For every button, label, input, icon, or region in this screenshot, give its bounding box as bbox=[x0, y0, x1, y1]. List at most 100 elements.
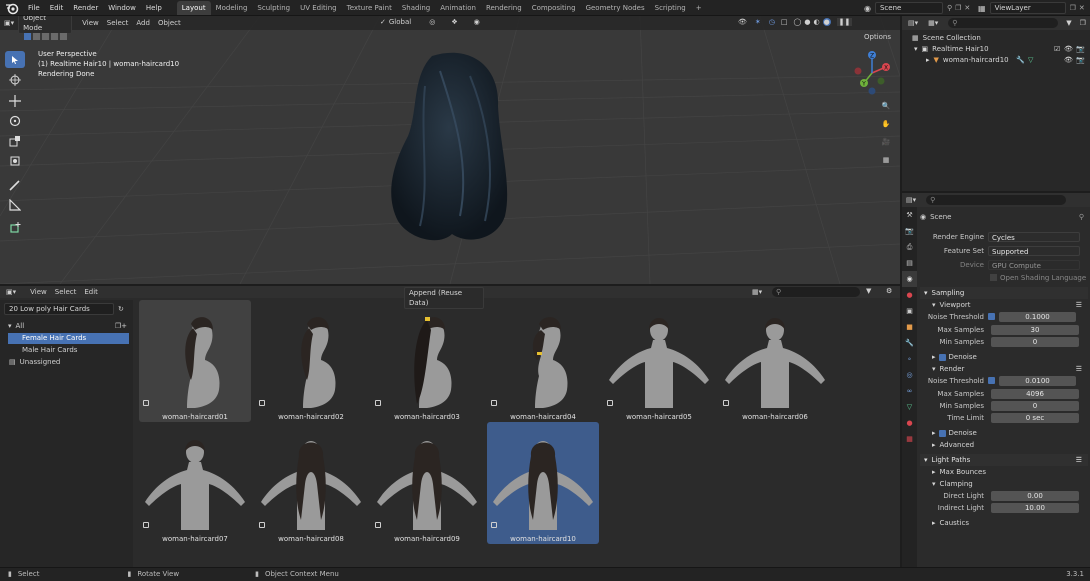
presets-list-icon[interactable]: ☰ bbox=[1076, 363, 1082, 375]
tab-scripting[interactable]: Scripting bbox=[650, 1, 691, 15]
mesh-data-icon[interactable]: ▽ bbox=[1028, 55, 1033, 66]
viewport-denoise-subpanel[interactable]: ▸ Denoise bbox=[920, 351, 1088, 363]
new-catalog-icon[interactable]: ❐+ bbox=[115, 321, 127, 332]
asset-thumbnail[interactable]: woman-haircard09 bbox=[371, 422, 483, 544]
menu-file[interactable]: File bbox=[23, 0, 45, 16]
outliner-filter-mode-icon[interactable]: ▦▾ bbox=[928, 19, 938, 27]
scene-selector[interactable]: ◉ Scene ⚲ ❐ ✕ bbox=[864, 2, 970, 14]
hide-eye-icon[interactable]: 👁 bbox=[1064, 55, 1073, 66]
tab-layout[interactable]: Layout bbox=[176, 1, 211, 15]
device-dropdown[interactable]: GPU Compute bbox=[988, 259, 1080, 270]
particles-tab-icon[interactable]: ∘ bbox=[902, 351, 917, 367]
asset-thumbnail[interactable]: woman-haircard06 bbox=[719, 300, 831, 422]
editor-type-icon[interactable]: ▣▾ bbox=[0, 16, 18, 30]
shading-material-icon[interactable]: ◐ bbox=[813, 18, 819, 26]
tab-geometry-nodes[interactable]: Geometry Nodes bbox=[581, 1, 650, 15]
render-noise-field[interactable]: 0.0100 bbox=[999, 375, 1076, 386]
pin-icon[interactable]: ⚲ bbox=[947, 4, 952, 12]
hide-eye-icon[interactable]: 👁 bbox=[1064, 44, 1073, 55]
overlays-icon[interactable]: ◷ bbox=[769, 18, 775, 26]
material-tab-icon[interactable]: ● bbox=[902, 415, 917, 431]
tab-uv-editing[interactable]: UV Editing bbox=[295, 1, 342, 15]
browser-editor-icon[interactable]: ▣▾ bbox=[6, 288, 16, 296]
visibility-icon[interactable]: 👁 bbox=[738, 18, 747, 26]
pan-hand-icon[interactable]: ✋ bbox=[879, 117, 893, 131]
delete-scene-icon[interactable]: ✕ bbox=[964, 4, 970, 12]
cursor-tool-icon[interactable] bbox=[5, 71, 25, 88]
3d-viewport[interactable]: ▣▾ Object Mode View Select Add Object ✓ … bbox=[0, 16, 900, 284]
outliner-filter-icon[interactable]: ▼ bbox=[1066, 19, 1071, 27]
clamping-subpanel[interactable]: ▾ Clamping bbox=[920, 478, 1088, 490]
transform-orientation[interactable]: ✓ Global ◎ ❖ ◉ bbox=[380, 18, 480, 26]
delete-view-layer-icon[interactable]: ✕ bbox=[1079, 4, 1085, 12]
browser-menu-select[interactable]: Select bbox=[51, 285, 81, 299]
presets-list-icon[interactable]: ☰ bbox=[1076, 454, 1082, 466]
outliner-collection-row[interactable]: ▾ ▣ Realtime Hair10 ☑ 👁 📷 bbox=[902, 44, 1090, 55]
viewport-menu-view[interactable]: View bbox=[78, 16, 103, 30]
viewport-menu-add[interactable]: Add bbox=[132, 16, 154, 30]
mode-dropdown[interactable]: Object Mode bbox=[18, 16, 73, 34]
presets-list-icon[interactable]: ☰ bbox=[1076, 299, 1082, 311]
display-mode-icon[interactable]: ▦▾ bbox=[752, 288, 762, 296]
sampling-section[interactable]: ▾ Sampling bbox=[920, 287, 1088, 299]
filter-icon[interactable]: ▼ bbox=[866, 287, 871, 295]
viewport-max-samples-field[interactable]: 30 bbox=[991, 324, 1079, 335]
catalog-all[interactable]: ▾ All ❐+ bbox=[0, 321, 133, 332]
asset-thumbnail[interactable]: woman-haircard10 bbox=[487, 422, 599, 544]
tab-sculpting[interactable]: Sculpting bbox=[252, 1, 295, 15]
pause-render-icon[interactable]: ❚❚ bbox=[836, 18, 853, 26]
light-paths-section[interactable]: ▾ Light Paths ☰ bbox=[920, 454, 1088, 466]
asset-thumbnail[interactable]: woman-haircard04 bbox=[487, 300, 599, 422]
tab-shading[interactable]: Shading bbox=[397, 1, 435, 15]
outliner-search-input[interactable]: ⚲ bbox=[948, 18, 1059, 28]
render-denoise-subpanel[interactable]: ▸ Denoise bbox=[920, 427, 1088, 439]
gizmo-toggle-icon[interactable]: ✶ bbox=[755, 18, 761, 26]
asset-thumbnail[interactable]: woman-haircard03 bbox=[371, 300, 483, 422]
add-workspace-icon[interactable]: + bbox=[691, 1, 707, 15]
render-subpanel[interactable]: ▾ Render ☰ bbox=[920, 363, 1088, 375]
tab-animation[interactable]: Animation bbox=[435, 1, 481, 15]
scale-tool-icon[interactable] bbox=[5, 132, 25, 149]
osl-checkbox[interactable] bbox=[990, 274, 997, 281]
tab-modeling[interactable]: Modeling bbox=[211, 1, 253, 15]
object-tab-icon[interactable]: ■ bbox=[902, 319, 917, 335]
select-invert-icon[interactable] bbox=[51, 33, 58, 40]
indirect-light-field[interactable]: 10.00 bbox=[991, 502, 1079, 513]
move-tool-icon[interactable] bbox=[5, 92, 25, 109]
options-button[interactable]: Options bbox=[864, 33, 891, 41]
outliner-editor-icon[interactable]: ▤▾ bbox=[908, 19, 918, 27]
render-denoise-checkbox[interactable] bbox=[938, 429, 946, 437]
select-intersect-icon[interactable] bbox=[60, 33, 67, 40]
new-view-layer-icon[interactable]: ❐ bbox=[1070, 4, 1076, 12]
navigation-gizmo[interactable]: X Y Z bbox=[850, 47, 894, 99]
output-tab-icon[interactable]: ⎙ bbox=[902, 239, 917, 255]
render-camera-icon[interactable]: 📷 bbox=[1076, 55, 1085, 66]
view-layer-tab-icon[interactable]: ▤ bbox=[902, 255, 917, 271]
xray-icon[interactable]: □ bbox=[781, 18, 788, 26]
advanced-subpanel[interactable]: ▸ Advanced bbox=[920, 439, 1088, 451]
texture-tab-icon[interactable]: ▦ bbox=[902, 431, 917, 447]
direct-light-field[interactable]: 0.00 bbox=[991, 490, 1079, 501]
outliner-object-row[interactable]: ▸ ▼ woman-haircard10 🔧 ▽ 👁 📷 bbox=[902, 55, 1090, 66]
menu-edit[interactable]: Edit bbox=[45, 0, 69, 16]
render-max-samples-field[interactable]: 4096 bbox=[991, 388, 1079, 399]
render-min-samples-field[interactable]: 0 bbox=[991, 400, 1079, 411]
tool-tab-icon[interactable]: ⚒ bbox=[902, 207, 917, 223]
shading-solid-icon[interactable]: ● bbox=[804, 18, 810, 26]
snap-icon[interactable]: ❖ bbox=[451, 18, 457, 26]
render-tab-icon[interactable]: 📷 bbox=[902, 223, 917, 239]
view-layer-name[interactable]: ViewLayer bbox=[989, 2, 1066, 14]
catalog-female-hair-cards[interactable]: Female Hair Cards bbox=[8, 333, 129, 344]
library-dropdown[interactable]: 20 Low poly Hair Cards bbox=[4, 303, 114, 315]
data-tab-icon[interactable]: ▽ bbox=[902, 399, 917, 415]
menu-window[interactable]: Window bbox=[103, 0, 141, 16]
render-engine-dropdown[interactable]: Cycles bbox=[988, 231, 1080, 242]
add-cube-tool-icon[interactable] bbox=[5, 219, 25, 236]
viewport-min-samples-field[interactable]: 0 bbox=[991, 336, 1079, 347]
shading-wireframe-icon[interactable]: ◯ bbox=[794, 18, 802, 26]
blender-logo-icon[interactable] bbox=[5, 1, 19, 15]
constraints-tab-icon[interactable]: ∞ bbox=[902, 383, 917, 399]
viewport-menu-object[interactable]: Object bbox=[154, 16, 185, 30]
new-scene-icon[interactable]: ❐ bbox=[955, 4, 961, 12]
tab-compositing[interactable]: Compositing bbox=[527, 1, 581, 15]
